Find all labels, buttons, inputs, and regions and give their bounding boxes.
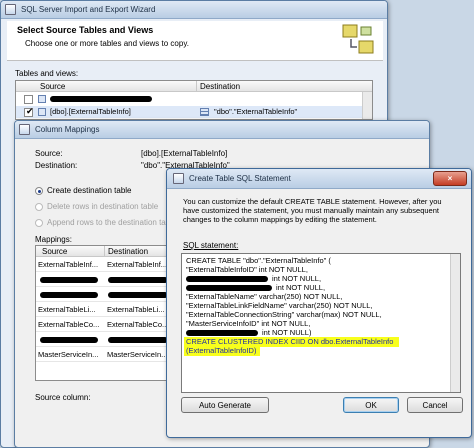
redacted-mapping-source (40, 277, 98, 283)
mappings-source-label: Source: (35, 149, 63, 158)
sql-dialog-titlebar[interactable]: Create Table SQL Statement × (167, 169, 471, 189)
sql-dialog-title: Create Table SQL Statement (189, 174, 291, 183)
sql-description-line-3: changes to the column mappings by editin… (183, 215, 377, 224)
mapping-row-destination: ExternalTableLi... (107, 305, 165, 314)
wizard-heading: Select Source Tables and Views (17, 25, 154, 35)
mapping-row-source: ExternalTableCo... (38, 320, 100, 329)
mappings-label: Mappings: (35, 235, 72, 244)
redacted-mapping-destination (108, 292, 168, 298)
tables-list-row[interactable] (16, 93, 362, 105)
redacted-sql-column (186, 276, 268, 282)
tables-list-row[interactable]: ✔ [dbo].[ExternalTableInfo] "dbo"."Exter… (16, 106, 362, 118)
mappings-source-value: [dbo].[ExternalTableInfo] (141, 149, 228, 158)
create-table-sql-dialog: Create Table SQL Statement × You can cus… (166, 168, 472, 438)
tables-list-scrollbar[interactable] (362, 92, 372, 119)
redacted-table-name (50, 96, 152, 102)
sql-line: "ExternalTableName" varchar(250) NOT NUL… (186, 292, 343, 301)
wizard-logo-icon (342, 24, 374, 54)
mapping-row[interactable]: ExternalTableCo... ExternalTableCo... (36, 318, 174, 332)
mapping-row-source: MasterServiceIn... (38, 350, 99, 359)
table-row-source: [dbo].[ExternalTableInfo] (50, 107, 131, 116)
tables-list-header: Source Destination (16, 81, 372, 92)
check-mark-icon: ✔ (26, 106, 34, 116)
mapping-row-source: ExternalTableInf... (38, 260, 99, 269)
sql-line: "ExternalTableInfoID" int NOT NULL, (186, 265, 308, 274)
auto-generate-button[interactable]: Auto Generate (181, 397, 269, 413)
redacted-sql-column (186, 285, 272, 291)
table-row-checkbox[interactable]: ✔ (24, 106, 34, 117)
redacted-mapping-source (40, 292, 98, 298)
tables-views-label: Tables and views: (15, 69, 79, 78)
append-rows-label: Append rows to the destination table (47, 218, 177, 227)
sql-statement-label: SQL statement: (183, 241, 239, 250)
mapping-row-destination: ExternalTableCo... (107, 320, 169, 329)
tables-header-source[interactable]: Source (40, 82, 65, 91)
sql-description-line-1: You can customize the default CREATE TAB… (183, 197, 442, 206)
mappings-titlebar[interactable]: Column Mappings (15, 121, 429, 139)
redacted-mapping-destination (108, 277, 168, 283)
mappings-title: Column Mappings (35, 125, 100, 134)
sql-line: int NOT NULL, (272, 274, 322, 283)
create-destination-label: Create destination table (47, 186, 132, 195)
redacted-mapping-source (40, 337, 98, 343)
mapping-row[interactable] (36, 333, 174, 347)
wizard-title: SQL Server Import and Export Wizard (21, 5, 156, 14)
mappings-header-destination[interactable]: Destination (108, 247, 148, 256)
sql-line: "ExternalTableLinkFieldName" varchar(250… (186, 301, 373, 310)
table-row-destination: "dbo"."ExternalTableInfo" (214, 107, 298, 116)
table-grid-icon (200, 108, 209, 116)
mappings-app-icon (19, 124, 30, 135)
table-row-checkbox[interactable] (24, 95, 33, 104)
wizard-header-panel: Select Source Tables and Views Choose on… (7, 21, 383, 61)
sql-line: int NOT NULL) (262, 328, 312, 337)
table-icon (38, 108, 46, 116)
source-column-label: Source column: (35, 393, 91, 402)
mapping-row-destination: ExternalTableInf... (107, 260, 168, 269)
mappings-header-source[interactable]: Source (42, 247, 67, 256)
redacted-mapping-destination (108, 337, 168, 343)
mappings-destination-label: Destination: (35, 161, 78, 170)
mapping-row-destination: MasterServiceIn... (107, 350, 168, 359)
mapping-row[interactable] (36, 288, 174, 302)
wizard-subheading: Choose one or more tables and views to c… (25, 39, 189, 48)
mappings-grid-header: Source Destination (36, 246, 174, 257)
cancel-button[interactable]: Cancel (407, 397, 463, 413)
mapping-row[interactable]: MasterServiceIn... MasterServiceIn... (36, 348, 174, 362)
table-icon (38, 95, 46, 103)
mapping-row[interactable] (36, 273, 174, 287)
sql-textarea-scrollbar[interactable] (450, 254, 460, 392)
append-rows-radio[interactable] (35, 219, 43, 227)
create-destination-radio[interactable] (35, 187, 43, 195)
delete-rows-radio[interactable] (35, 203, 43, 211)
wizard-app-icon (5, 4, 16, 15)
delete-rows-label: Delete rows in destination table (47, 202, 159, 211)
sql-line: "ExternalTableConnectionString" varchar(… (186, 310, 382, 319)
redacted-sql-column (186, 330, 258, 336)
tables-views-list[interactable]: Source Destination ✔ [dbo].[ExternalTabl… (15, 80, 373, 120)
ok-button[interactable]: OK (343, 397, 399, 413)
wizard-titlebar[interactable]: SQL Server Import and Export Wizard (1, 1, 387, 19)
sql-line: CREATE TABLE "dbo"."ExternalTableInfo" ( (186, 256, 331, 265)
mapping-row[interactable]: ExternalTableInf... ExternalTableInf... (36, 258, 174, 272)
sql-highlighted-line: (ExternalTableInfoID) (184, 346, 261, 356)
sql-dialog-app-icon (173, 173, 184, 184)
mapping-row-source: ExternalTableLi... (38, 305, 96, 314)
sql-statement-textarea[interactable]: CREATE TABLE "dbo"."ExternalTableInfo" (… (181, 253, 461, 393)
close-icon[interactable]: × (433, 171, 467, 186)
mapping-row[interactable]: ExternalTableLi... ExternalTableLi... (36, 303, 174, 317)
sql-line: int NOT NULL, (276, 283, 326, 292)
sql-line: "MasterServiceInfoID" int NOT NULL, (186, 319, 311, 328)
mappings-grid[interactable]: Source Destination ExternalTableInf... E… (35, 245, 175, 381)
tables-header-destination[interactable]: Destination (200, 82, 240, 91)
sql-description-line-2: have customized the statement, you must … (183, 206, 439, 215)
